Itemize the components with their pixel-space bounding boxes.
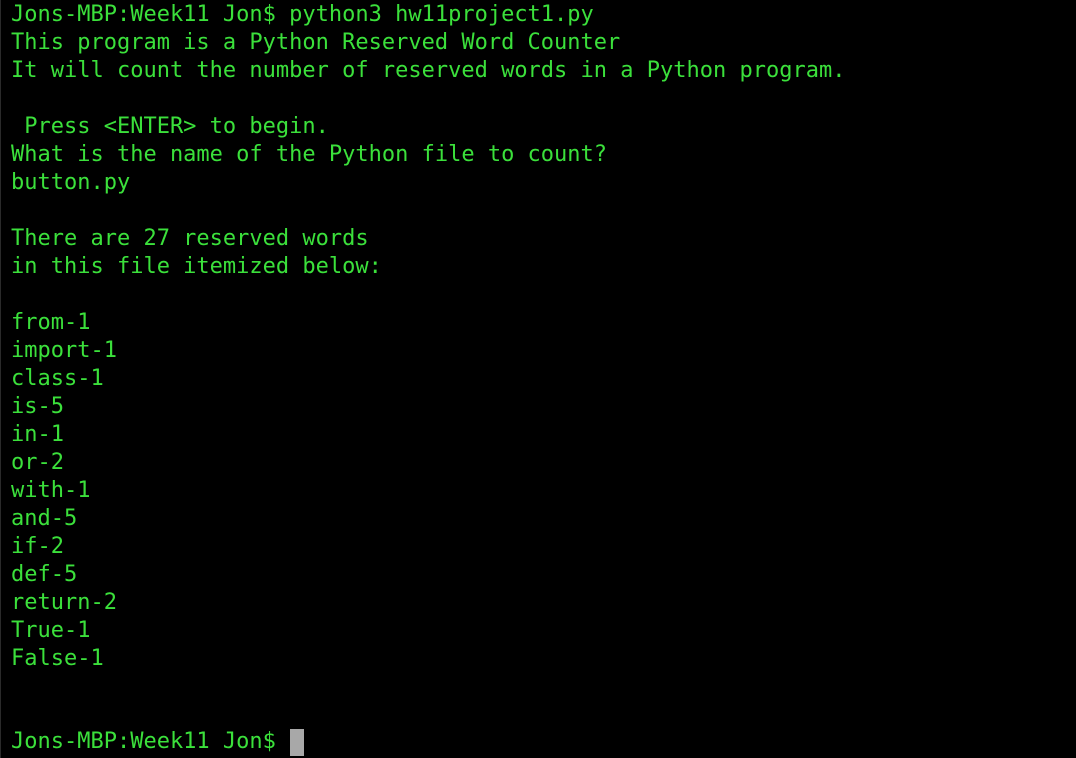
shell-prompt: Jons-MBP:Week11 Jon$ <box>11 729 290 754</box>
terminal-line: True-1 <box>11 618 91 643</box>
terminal-line: This program is a Python Reserved Word C… <box>11 30 621 55</box>
terminal-line: with-1 <box>11 478 91 503</box>
terminal-line: or-2 <box>11 450 64 475</box>
terminal-line: in-1 <box>11 422 64 447</box>
shell-prompt-line[interactable]: Jons-MBP:Week11 Jon$ <box>11 728 305 756</box>
terminal-line: class-1 <box>11 366 104 391</box>
terminal-line: Press <ENTER> to begin. <box>11 114 329 139</box>
terminal-line: if-2 <box>11 534 64 559</box>
terminal-output: Jons-MBP:Week11 Jon$ python3 hw11project… <box>11 1 1076 673</box>
text-cursor <box>290 728 305 756</box>
terminal-line: It will count the number of reserved wor… <box>11 58 846 83</box>
terminal-line: What is the name of the Python file to c… <box>11 142 608 167</box>
terminal-line: and-5 <box>11 506 78 531</box>
terminal-line: def-5 <box>11 562 78 587</box>
terminal-line: from-1 <box>11 310 91 335</box>
terminal-line: There are 27 reserved words <box>11 226 369 251</box>
terminal-window[interactable]: Jons-MBP:Week11 Jon$ python3 hw11project… <box>0 0 1076 758</box>
terminal-line: return-2 <box>11 590 117 615</box>
terminal-line: Jons-MBP:Week11 Jon$ python3 hw11project… <box>11 2 594 27</box>
terminal-line: button.py <box>11 170 131 195</box>
terminal-line: in this file itemized below: <box>11 254 382 279</box>
terminal-line: import-1 <box>11 338 117 363</box>
terminal-line: False-1 <box>11 646 104 671</box>
terminal-line: is-5 <box>11 394 64 419</box>
